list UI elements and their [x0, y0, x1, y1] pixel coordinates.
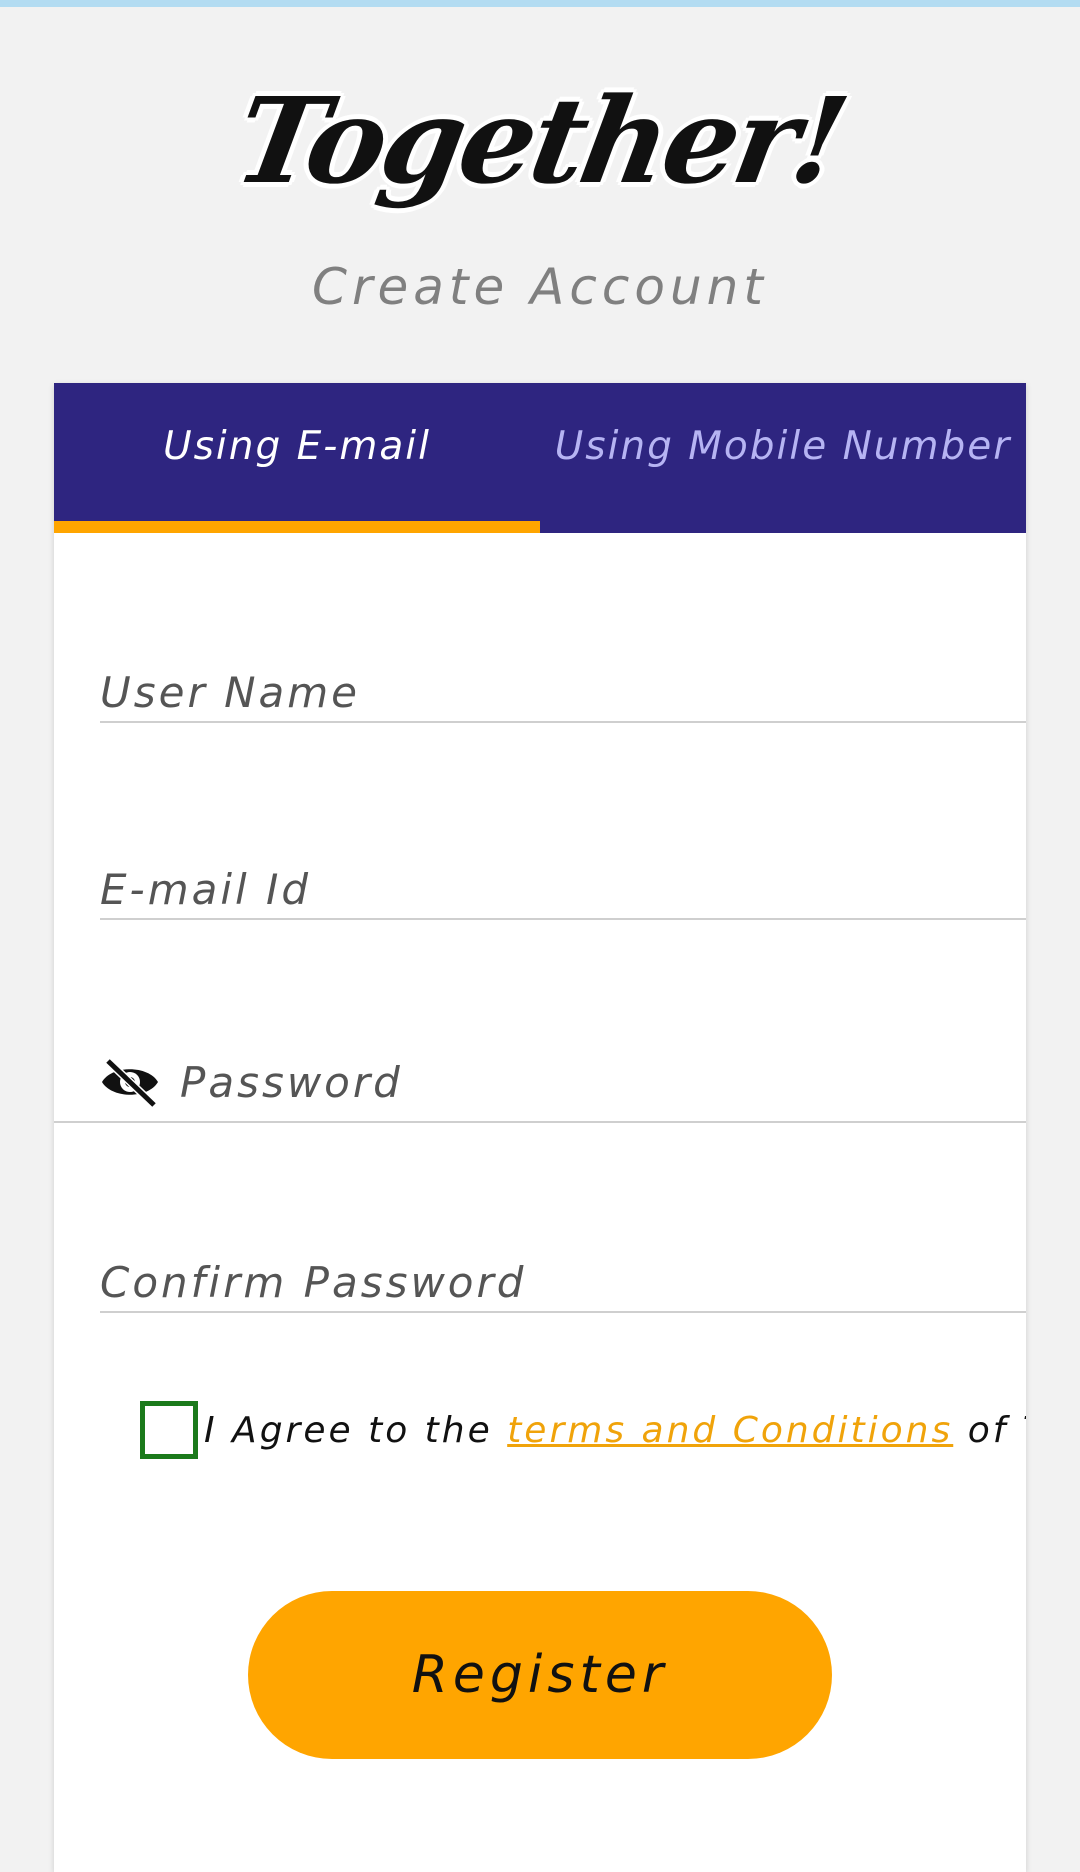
confirm-password-field[interactable]: Confirm Password	[100, 1253, 1026, 1313]
password-label: Password	[180, 1057, 403, 1107]
confirm-password-label: Confirm Password	[100, 1257, 527, 1307]
username-label: User Name	[100, 667, 360, 717]
tab-label: Using Mobile Number	[554, 423, 1012, 469]
logo-text: Together!	[225, 70, 855, 210]
email-label: E-mail Id	[100, 864, 312, 914]
email-field[interactable]: E-mail Id	[100, 860, 1026, 920]
register-button[interactable]: Register	[248, 1591, 832, 1759]
terms-checkbox[interactable]	[140, 1401, 198, 1459]
signup-card: Using E-mail Using Mobile Number User Na…	[54, 383, 1026, 1872]
page-title: Create Account	[312, 258, 768, 316]
agree-prefix: I Agree to the	[204, 1409, 508, 1451]
agree-suffix: of Together!	[967, 1409, 1026, 1451]
terms-link[interactable]: terms and Conditions	[507, 1410, 953, 1451]
tab-using-email[interactable]: Using E-mail	[54, 383, 540, 533]
password-field[interactable]: Password	[54, 1043, 1026, 1123]
terms-agreement-row: I Agree to the terms and Conditions of T…	[140, 1395, 1026, 1465]
active-tab-indicator	[54, 521, 540, 533]
status-bar-line	[0, 0, 1080, 7]
tab-label: Using E-mail	[163, 423, 431, 469]
app-logo: Together!	[0, 55, 1080, 225]
tab-bar: Using E-mail Using Mobile Number	[54, 383, 1026, 533]
terms-agreement-text: I Agree to the terms and Conditions of T…	[204, 1410, 1026, 1451]
tab-using-mobile[interactable]: Using Mobile Number	[540, 383, 1026, 533]
username-field[interactable]: User Name	[100, 663, 1026, 723]
eye-off-icon[interactable]	[100, 1057, 160, 1107]
register-label: Register	[411, 1645, 669, 1705]
